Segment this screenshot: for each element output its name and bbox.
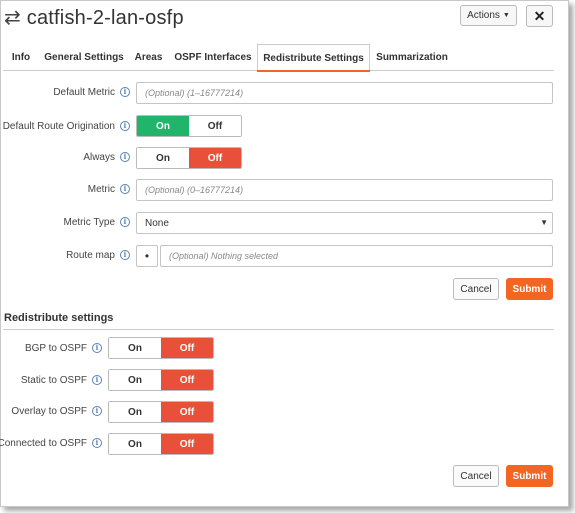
info-icon[interactable]: i bbox=[120, 87, 130, 98]
bgp-to-ospf-toggle: On Off bbox=[108, 337, 214, 359]
always-label-text: Always bbox=[83, 152, 115, 163]
connected-to-ospf-on[interactable]: On bbox=[109, 434, 161, 454]
tab-bar: Info General Settings Areas OSPF Interfa… bbox=[3, 44, 554, 72]
submit-button[interactable]: Submit bbox=[506, 278, 553, 300]
bgp-to-ospf-label-text: BGP to OSPF bbox=[24, 343, 87, 354]
title-row: ⇄ catfish-2-lan-osfp bbox=[4, 4, 184, 32]
active-tab-indicator bbox=[257, 70, 370, 72]
default-route-origination-label-text: Default Route Origination bbox=[2, 121, 115, 132]
tab-ospf-interfaces[interactable]: OSPF Interfaces bbox=[173, 44, 253, 71]
tab-redistribute-settings-label: Redistribute Settings bbox=[263, 52, 364, 64]
overlay-to-ospf-label-text: Overlay to OSPF bbox=[11, 406, 87, 417]
connected-to-ospf-off[interactable]: Off bbox=[161, 434, 213, 454]
info-icon[interactable]: i bbox=[120, 184, 130, 195]
chevron-down-icon: ▼ bbox=[540, 218, 548, 227]
route-map-dot-button[interactable]: • bbox=[136, 245, 158, 267]
connected-to-ospf-label-text: Connected to OSPF bbox=[0, 438, 87, 449]
tab-redistribute-settings[interactable]: Redistribute Settings bbox=[257, 44, 370, 72]
metric-input[interactable]: (Optional) (0–16777214) bbox=[136, 179, 553, 201]
default-metric-placeholder: (Optional) (1–16777214) bbox=[145, 88, 244, 98]
always-on[interactable]: On bbox=[137, 148, 189, 168]
metric-type-select[interactable]: None ▼ bbox=[136, 212, 553, 234]
static-to-ospf-label-text: Static to OSPF bbox=[20, 375, 87, 386]
metric-type-value: None bbox=[145, 217, 169, 229]
redistribute-submit-button[interactable]: Submit bbox=[506, 465, 553, 487]
static-to-ospf-toggle: On Off bbox=[108, 369, 214, 391]
cancel-button[interactable]: Cancel bbox=[453, 278, 499, 300]
connected-to-ospf-toggle: On Off bbox=[108, 433, 214, 455]
info-icon[interactable]: i bbox=[120, 121, 130, 132]
metric-label-text: Metric bbox=[87, 184, 115, 195]
metric-type-label: Metric Type i bbox=[63, 217, 130, 228]
section-title: Redistribute settings bbox=[4, 312, 114, 324]
bgp-to-ospf-label: BGP to OSPF i bbox=[25, 343, 102, 354]
caret-down-icon: ▼ bbox=[502, 12, 510, 19]
info-icon[interactable]: i bbox=[92, 406, 102, 417]
metric-placeholder: (Optional) (0–16777214) bbox=[145, 185, 244, 195]
default-route-origination-toggle: On Off bbox=[136, 115, 242, 137]
route-map-label-text: Route map bbox=[66, 250, 115, 261]
dialog-frame: ⇄ catfish-2-lan-osfp Actions ▼ ✕ Info Ge… bbox=[0, 0, 569, 507]
dot-icon: • bbox=[144, 249, 150, 263]
always-off[interactable]: Off bbox=[189, 148, 241, 168]
default-metric-label: Default Metric i bbox=[53, 87, 130, 98]
overlay-to-ospf-off[interactable]: Off bbox=[161, 402, 213, 422]
route-map-input[interactable]: (Optional) Nothing selected bbox=[160, 245, 553, 267]
bgp-to-ospf-on[interactable]: On bbox=[109, 338, 161, 358]
tab-summarization[interactable]: Summarization bbox=[375, 44, 449, 71]
always-toggle: On Off bbox=[136, 147, 242, 169]
connected-to-ospf-label: Connected to OSPF i bbox=[0, 438, 102, 449]
actions-button[interactable]: Actions ▼ bbox=[460, 5, 517, 26]
overlay-to-ospf-label: Overlay to OSPF i bbox=[11, 406, 102, 417]
tab-info[interactable]: Info bbox=[9, 44, 33, 71]
info-icon[interactable]: i bbox=[120, 152, 130, 163]
tab-areas[interactable]: Areas bbox=[132, 44, 165, 71]
close-button[interactable]: ✕ bbox=[526, 5, 553, 27]
info-icon[interactable]: i bbox=[92, 343, 102, 354]
info-icon[interactable]: i bbox=[120, 250, 130, 261]
overlay-to-ospf-toggle: On Off bbox=[108, 401, 214, 423]
info-icon[interactable]: i bbox=[92, 375, 102, 386]
redistribute-cancel-button[interactable]: Cancel bbox=[453, 465, 499, 487]
info-icon[interactable]: i bbox=[92, 438, 102, 449]
default-route-origination-on[interactable]: On bbox=[137, 116, 189, 136]
static-to-ospf-on[interactable]: On bbox=[109, 370, 161, 390]
transfer-arrows-icon: ⇄ bbox=[4, 7, 21, 29]
page-title: catfish-2-lan-osfp bbox=[26, 6, 184, 29]
overlay-to-ospf-on[interactable]: On bbox=[109, 402, 161, 422]
route-map-label: Route map i bbox=[66, 250, 130, 261]
default-route-origination-label: Default Route Origination i bbox=[3, 121, 130, 132]
close-icon: ✕ bbox=[533, 7, 546, 24]
bgp-to-ospf-off[interactable]: Off bbox=[161, 338, 213, 358]
static-to-ospf-label: Static to OSPF i bbox=[21, 375, 102, 386]
default-route-origination-off[interactable]: Off bbox=[189, 116, 241, 136]
route-map-placeholder: (Optional) Nothing selected bbox=[169, 251, 279, 261]
always-label: Always i bbox=[83, 152, 130, 163]
static-to-ospf-off[interactable]: Off bbox=[161, 370, 213, 390]
metric-label: Metric i bbox=[88, 184, 130, 195]
default-metric-label-text: Default Metric bbox=[53, 87, 115, 98]
actions-label: Actions bbox=[467, 10, 500, 21]
metric-type-label-text: Metric Type bbox=[63, 217, 116, 228]
default-metric-input[interactable]: (Optional) (1–16777214) bbox=[136, 82, 553, 104]
info-icon[interactable]: i bbox=[120, 217, 130, 228]
tab-general-settings[interactable]: General Settings bbox=[42, 44, 126, 71]
section-divider bbox=[3, 329, 554, 330]
